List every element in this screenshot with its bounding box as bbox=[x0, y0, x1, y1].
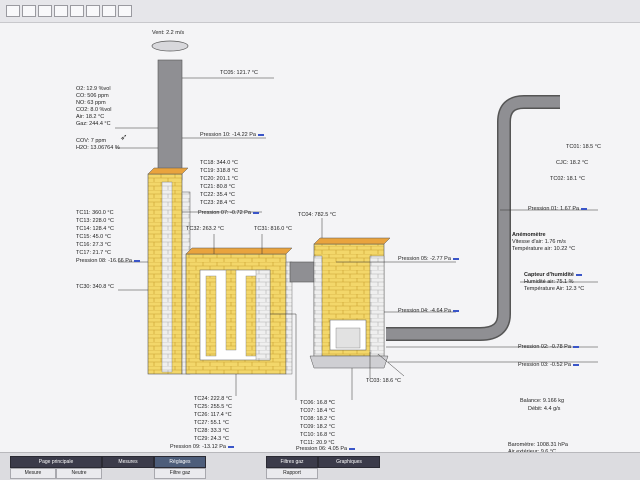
sub-rapport[interactable]: Rapport bbox=[266, 468, 318, 479]
tc05-label: TC05: 121.7 °C bbox=[220, 70, 258, 76]
toolbar-button[interactable] bbox=[54, 5, 68, 17]
pression01-label[interactable]: Pression 01: 1.67 Pa bbox=[528, 206, 588, 213]
toolbar-button[interactable] bbox=[38, 5, 52, 17]
tc22-label: TC22: 35.4 °C bbox=[200, 192, 235, 198]
pression04-label[interactable]: Pression 04: -4.64 Pa bbox=[398, 308, 459, 315]
toolbar-button[interactable] bbox=[118, 5, 132, 17]
tc32-label: TC32: 263.2 °C bbox=[186, 226, 224, 232]
gas-co2: CO2: 8.0 %vol bbox=[76, 107, 112, 113]
pression03-label[interactable]: Pression 03: -0.52 Pa bbox=[518, 362, 579, 369]
anemometre-title: Anémomètre bbox=[512, 232, 546, 238]
gas-cov: COV: 7 ppm bbox=[76, 138, 107, 144]
tc13-label: TC13: 228.0 °C bbox=[76, 218, 114, 224]
pression07-label[interactable]: Pression 07: -0.72 Pa bbox=[198, 210, 259, 217]
vent-disc bbox=[151, 40, 189, 52]
tc08-label: TC08: 18.2 °C bbox=[300, 416, 335, 422]
tc09-label: TC09: 18.2 °C bbox=[300, 424, 335, 430]
tab-filtres-gaz[interactable]: Filtres gaz bbox=[266, 456, 318, 468]
gas-no: NO: 63 ppm bbox=[76, 100, 106, 106]
tc04-label: TC04: 782.5 °C bbox=[298, 212, 336, 218]
tc07-label: TC07: 18.4 °C bbox=[300, 408, 335, 414]
bottom-bar: Page principale Mesures Réglages Filtres… bbox=[0, 452, 640, 480]
mouse-cursor-icon: ➶ bbox=[120, 132, 128, 142]
tc11-label: TC11: 360.0 °C bbox=[76, 210, 114, 216]
tc20-label: TC20: 201.1 °C bbox=[200, 176, 238, 182]
gas-o2: O2: 12.9 %vol bbox=[76, 86, 111, 92]
pression09-label[interactable]: Pression 09: -13.12 Pa bbox=[170, 444, 234, 451]
pression10-label[interactable]: Pression 10: -14.22 Pa bbox=[200, 132, 264, 139]
anemometre-temp: Température air: 10.22 °C bbox=[512, 246, 576, 252]
tc02-label: TC02: 18.1 °C bbox=[550, 176, 585, 182]
process-diagram: Vent: 2.2 m/s O2: 12.9 %vol CO: 506 ppm … bbox=[0, 22, 640, 455]
toolbar-button[interactable] bbox=[86, 5, 100, 17]
screen: Vent: 2.2 m/s O2: 12.9 %vol CO: 506 ppm … bbox=[0, 0, 640, 480]
sub-neutre[interactable]: Neutre bbox=[56, 468, 102, 479]
tc29-label: TC29: 24.3 °C bbox=[194, 436, 229, 442]
gas-h2o: H2O: 13.06764 % bbox=[76, 145, 120, 151]
air-intake-pipe bbox=[386, 96, 560, 340]
pression05-label[interactable]: Pression 05: -2.77 Pa bbox=[398, 256, 459, 263]
tc01-label: TC01: 18.5 °C bbox=[566, 144, 601, 150]
tc21-label: TC21: 80.8 °C bbox=[200, 184, 235, 190]
chimney-pipe bbox=[157, 59, 183, 181]
tc25-label: TC25: 255.5 °C bbox=[194, 404, 232, 410]
balance-label: Balance: 9.166 kg bbox=[520, 398, 565, 404]
humidite-temp: Température Air: 12.3 °C bbox=[524, 286, 585, 292]
sub-filtre-gaz[interactable]: Filtre gaz bbox=[154, 468, 206, 479]
toolbar-button[interactable] bbox=[70, 5, 84, 17]
tc27-label: TC27: 55.1 °C bbox=[194, 420, 229, 426]
tc03-label: TC03: 18.6 °C bbox=[366, 378, 401, 384]
gas-gaz: Gaz: 244.4 °C bbox=[76, 121, 111, 127]
tc14-label: TC14: 128.4 °C bbox=[76, 226, 114, 232]
tc23-label: TC23: 28.4 °C bbox=[200, 200, 235, 206]
toolbar-button[interactable] bbox=[6, 5, 20, 17]
top-bar bbox=[0, 0, 640, 23]
balance-base bbox=[309, 355, 389, 369]
cjc-label: CJC: 18.2 °C bbox=[556, 160, 589, 166]
pression02-label[interactable]: Pression 02: -0.78 Pa bbox=[518, 344, 579, 351]
tc19-label: TC19: 318.8 °C bbox=[200, 168, 238, 174]
tab-mesures[interactable]: Mesures bbox=[102, 456, 154, 468]
tc10-label: TC10: 16.8 °C bbox=[300, 432, 335, 438]
gas-co: CO: 506 ppm bbox=[76, 93, 109, 99]
tab-graphiques[interactable]: Graphiques bbox=[318, 456, 380, 468]
tab-page-principale[interactable]: Page principale bbox=[10, 456, 102, 468]
humidite-hum: Humidité air: 75.1 % bbox=[524, 279, 574, 285]
tc28-label: TC28: 33.3 °C bbox=[194, 428, 229, 434]
toolbar-button[interactable] bbox=[22, 5, 36, 17]
debit-label: Débit: 4.4 g/s bbox=[528, 406, 561, 412]
pression08-label[interactable]: Pression 08: -16.66 Pa bbox=[76, 258, 140, 265]
tc16-label: TC16: 27.3 °C bbox=[76, 242, 111, 248]
tab-reglages[interactable]: Réglages bbox=[154, 456, 206, 468]
toolbar-button[interactable] bbox=[102, 5, 116, 17]
tc30-label: TC30: 340.8 °C bbox=[76, 284, 114, 290]
tc06-label: TC06: 16.8 °C bbox=[300, 400, 335, 406]
humidite-title[interactable]: Capteur d'humidité bbox=[524, 272, 582, 279]
anemometre-vitesse: Vitesse d'air: 1.76 m/s bbox=[512, 239, 566, 245]
tc24-label: TC24: 222.8 °C bbox=[194, 396, 232, 402]
tc18-label: TC18: 344.0 °C bbox=[200, 160, 238, 166]
tc31-label: TC31: 816.0 °C bbox=[254, 226, 292, 232]
tc26-label: TC26: 117.4 °C bbox=[194, 412, 232, 418]
vent-label: Vent: 2.2 m/s bbox=[152, 30, 185, 36]
tc15-label: TC15: 45.0 °C bbox=[76, 234, 111, 240]
barometre-label: Baromètre: 1008.31 hPa bbox=[508, 442, 568, 448]
sub-mesure[interactable]: Mesure bbox=[10, 468, 56, 479]
tc17-label: TC17: 21.7 °C bbox=[76, 250, 111, 256]
gas-air: Air: 18.2 °C bbox=[76, 114, 105, 120]
